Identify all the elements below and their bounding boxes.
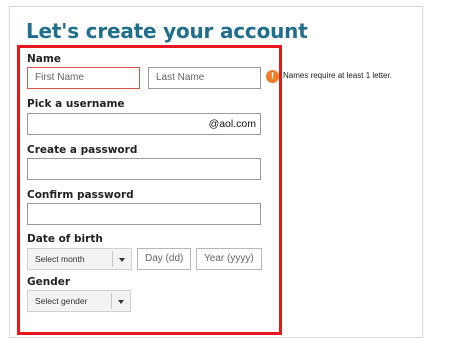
chevron-down-icon xyxy=(119,258,125,262)
select-divider xyxy=(111,293,112,309)
first-name-field[interactable]: First Name xyxy=(27,67,140,89)
gender-select[interactable]: Select gender xyxy=(27,290,131,312)
username-domain-suffix: @aol.com xyxy=(208,118,256,130)
page-title: Let's create your account xyxy=(26,19,308,43)
first-name-placeholder: First Name xyxy=(35,72,84,83)
gender-label: Gender xyxy=(27,276,71,288)
day-field[interactable]: Day (dd) xyxy=(137,248,191,270)
dob-label: Date of birth xyxy=(27,233,103,245)
confirm-password-field[interactable] xyxy=(27,203,261,225)
password-label: Create a password xyxy=(27,144,138,156)
password-field[interactable] xyxy=(27,158,261,180)
confirm-password-label: Confirm password xyxy=(27,189,134,201)
error-icon: ! xyxy=(266,70,279,83)
gender-select-value: Select gender xyxy=(35,296,88,306)
month-select[interactable]: Select month xyxy=(27,248,132,270)
last-name-placeholder: Last Name xyxy=(156,72,205,83)
select-divider xyxy=(112,251,113,267)
month-select-value: Select month xyxy=(35,254,85,264)
name-label: Name xyxy=(27,53,61,65)
chevron-down-icon xyxy=(118,300,124,304)
year-field[interactable]: Year (yyyy) xyxy=(196,248,262,270)
last-name-field[interactable]: Last Name xyxy=(148,67,261,89)
name-error-message: Names require at least 1 letter. xyxy=(283,71,392,80)
year-placeholder: Year (yyyy) xyxy=(204,253,254,264)
username-field[interactable]: @aol.com xyxy=(27,113,261,135)
username-label: Pick a username xyxy=(27,98,125,110)
day-placeholder: Day (dd) xyxy=(145,253,184,264)
